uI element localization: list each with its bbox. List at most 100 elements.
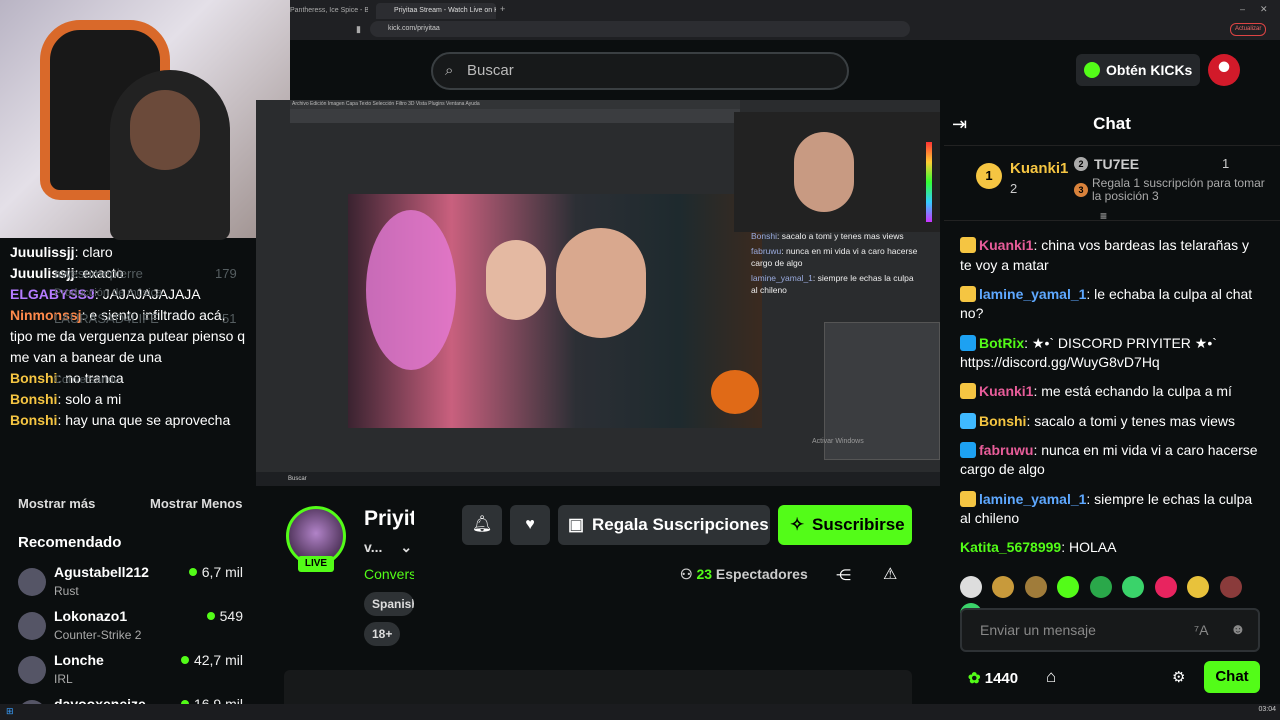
channel-name[interactable]: Priyitaa [364,507,414,531]
emote-9[interactable] [1219,576,1242,598]
recommended-channel-category: IRL [54,672,73,686]
emote-bar [960,576,1266,625]
streamer-head [130,90,200,170]
site-header: ⌕ Buscar Obtén KICKs [290,40,1280,100]
color-bar [926,142,932,222]
emote-3[interactable] [1024,576,1047,598]
recommended-channel[interactable]: Agustabell212 Rust 6,7 mil [18,564,243,604]
chat-username[interactable]: fabruwu [979,442,1033,458]
update-button[interactable]: Actualizar [1230,23,1267,36]
stream-title: v... ⌄ [364,539,412,556]
user-avatar[interactable] [1208,54,1240,86]
chat-username[interactable]: Kuanki1 [979,237,1033,253]
kicks-icon [1084,62,1100,78]
gear-icon[interactable]: ⚙ [1172,668,1185,686]
recommended-channel-name: Lonche [54,652,104,668]
report-icon[interactable]: ⚠ [883,564,897,584]
chat-message: BotRix: ★•` DISCORD PRIYITER ★•` https:/… [960,334,1260,373]
leader-2-name[interactable]: TU7EE [1094,156,1139,172]
ghost-channel-name-2: LAURASAD4LIFE [54,311,159,326]
emote-4[interactable] [1057,576,1080,598]
browser-tab-active[interactable]: Priyitaa Stream - Watch Live on Kick [376,3,496,19]
live-dot-icon [180,656,189,664]
viewers-number: 23 [696,566,713,582]
store-icon[interactable]: ⌂ [1046,667,1056,687]
emote-5[interactable] [1089,576,1112,598]
minimize-icon[interactable]: – [1240,4,1245,14]
chat-message: Katita_5678999: HOLAA [960,538,1260,558]
user-badge-icon [960,334,976,351]
viewer-count: ⚇ 23 Espectadores [680,566,808,583]
chat-username[interactable]: Kuanki1 [979,383,1033,399]
chat-text: : HOLAA [1061,539,1117,556]
chat-username[interactable]: Juuulissjj [10,244,75,260]
tag-rating[interactable]: 18+ [364,622,401,646]
notification-bell-icon[interactable]: 🔔︎ [462,505,502,545]
channel-avatar [18,656,46,684]
recommended-channel-category: Counter-Strike 2 [54,628,142,642]
search-input[interactable]: ⌕ Buscar [431,52,849,90]
overlay-chat-user: fabruwu [751,246,782,256]
channel-points[interactable]: ✿ 1440 [968,669,1018,687]
chat-text: : hay una que se aprovecha [57,412,231,428]
show-less-link[interactable]: Mostrar Menos [150,496,242,511]
left-chat-message: Bonshi: no tranca [10,368,250,389]
overlay-chat-user: lamine_yamal_1 [751,273,813,283]
webcam-feed [0,0,290,240]
chat-username[interactable]: Bonshi [979,413,1026,429]
viewers-label: Espectadores [715,566,808,582]
chevron-down-icon[interactable]: ⌄ [400,539,412,555]
viewers-icon: ⚇ [680,566,693,582]
chat-send-button[interactable]: Chat [1204,661,1260,693]
chat-message: lamine_yamal_1: le echaba la culpa al ch… [960,285,1260,324]
overlay-chat-message: fabruwu: nunca en mi vida vi a caro hace… [751,245,921,269]
recommended-channel[interactable]: Lonche IRL 42,7 mil [18,652,243,692]
stream-category[interactable]: Conversando [364,566,414,582]
tag-language[interactable]: Spanish [364,592,414,616]
chat-username[interactable]: Bonshi [10,412,57,428]
translate-icon[interactable]: ⁷A [1194,610,1208,650]
recommended-channel[interactable]: Lokonazo1 Counter-Strike 2 549 [18,608,243,648]
get-kicks-button[interactable]: Obtén KICKs [1076,54,1200,86]
heart-icon[interactable]: ♥ [510,505,550,545]
chat-username[interactable]: Bonshi [10,391,57,407]
chat-text: : sacalo a tomi y tenes mas views [1026,412,1235,429]
chat-username[interactable]: Bonshi [10,370,57,386]
chat-username[interactable]: lamine_yamal_1 [979,286,1086,302]
chat-username[interactable]: Katita_5678999 [960,539,1061,555]
share-icon[interactable]: ⋲ [836,566,851,584]
user-badge-icon [960,441,976,458]
activate-windows-text: Activar Windows [812,438,864,445]
butterfly-wing [366,210,456,370]
rank-1-badge: 1 [976,163,1002,189]
emote-8[interactable] [1187,576,1210,598]
stream-title-text: v... [364,539,383,555]
close-icon[interactable]: ✕ [1260,4,1268,15]
leader-1-name[interactable]: Kuanki1 [1010,160,1068,177]
emote-7[interactable] [1154,576,1177,598]
channel-avatar [18,612,46,640]
chat-message: fabruwu: nunca en mi vida vi a caro hace… [960,441,1260,480]
ghost-channel-category: Producción de música [54,287,163,299]
gift-subs-button[interactable]: ▣ Regala Suscripciones [558,505,770,545]
emote-2[interactable] [992,576,1015,598]
chat-input[interactable]: Enviar un mensaje ⁷A ☻ [960,608,1260,652]
show-more-link[interactable]: Mostrar más [18,496,95,511]
bookmark-icon[interactable]: ▮ [356,24,361,35]
new-tab-icon[interactable]: + [500,4,505,14]
recommended-channel-name: Agustabell212 [54,564,149,580]
subscribe-button[interactable]: ✧ Suscribirse [778,505,912,545]
browser-tab[interactable]: Pantheress, Ice Spice - Boy's a Liar [290,3,368,19]
expand-leaderboard-icon[interactable]: ≡ [1100,209,1107,223]
chat-input-placeholder: Enviar un mensaje [980,622,1096,638]
chat-username[interactable]: lamine_yamal_1 [979,491,1086,507]
url-bar[interactable]: kick.com/priyitaa [370,21,910,37]
emote-6[interactable] [1122,576,1145,598]
chat-username[interactable]: BotRix [979,335,1024,351]
video-player[interactable]: Archivo Edición Imagen Capa Texto Selecc… [256,100,940,486]
emote-1[interactable] [960,576,982,598]
recommended-channel-viewers: 42,7 mil [180,652,243,668]
windows-start-icon[interactable]: ⊞ [6,706,14,717]
user-badge-icon [960,490,976,507]
emoji-icon[interactable]: ☻ [1230,610,1246,650]
